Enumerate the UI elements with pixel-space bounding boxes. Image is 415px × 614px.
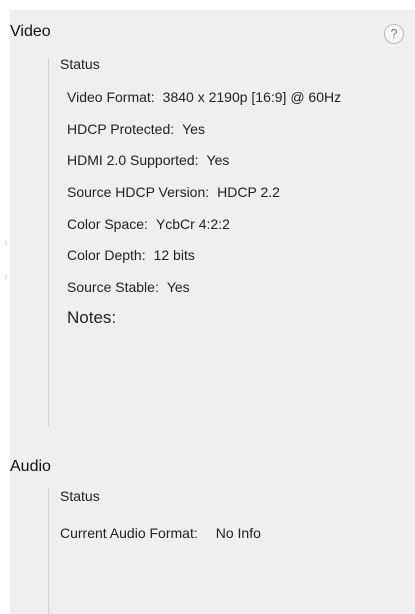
source-stable-row: Source Stable: Yes	[67, 279, 190, 295]
source-stable-label: Source Stable:	[67, 279, 159, 295]
source-stable-value: Yes	[166, 279, 190, 295]
hdcp-protected-label: HDCP Protected:	[67, 121, 175, 137]
video-format-value: 3840 x 2190p [16:9] @ 60Hz	[162, 89, 342, 105]
help-icon[interactable]: ?	[384, 24, 404, 44]
current-audio-format-label: Current Audio Format:	[60, 525, 198, 541]
color-space-label: Color Space:	[67, 216, 148, 232]
hdmi-20-supported-label: HDMI 2.0 Supported:	[67, 152, 199, 168]
current-audio-format-row: Current Audio Format: No Info	[60, 525, 261, 541]
current-audio-format-value: No Info	[215, 525, 261, 541]
source-hdcp-version-row: Source HDCP Version: HDCP 2.2	[67, 184, 280, 200]
audio-section-rail	[48, 488, 49, 614]
status-panel: Video ? Status Video Format: 3840 x 2190p…	[10, 10, 415, 614]
hdcp-protected-value: Yes	[182, 121, 205, 137]
color-depth-label: Color Depth:	[67, 247, 146, 263]
source-hdcp-version-value: HDCP 2.2	[217, 184, 280, 200]
video-status-heading: Status	[60, 56, 100, 72]
hdmi-20-supported-value: Yes	[206, 152, 230, 168]
video-section-title: Video	[10, 23, 51, 40]
notes-label: Notes:	[67, 308, 117, 327]
audio-status-heading: Status	[60, 488, 100, 504]
left-edge-mark	[5, 240, 7, 246]
hdmi-20-supported-row: HDMI 2.0 Supported: Yes	[67, 152, 229, 168]
video-section-rail	[48, 58, 49, 426]
video-format-row: Video Format: 3840 x 2190p [16:9] @ 60Hz	[67, 89, 341, 105]
hdcp-protected-row: HDCP Protected: Yes	[67, 121, 205, 137]
color-space-row: Color Space: YcbCr 4:2:2	[67, 216, 230, 232]
video-format-label: Video Format:	[67, 89, 155, 105]
left-edge-mark	[5, 274, 7, 280]
source-hdcp-version-label: Source HDCP Version:	[67, 184, 210, 200]
color-depth-row: Color Depth: 12 bits	[67, 247, 195, 263]
color-space-value: YcbCr 4:2:2	[155, 216, 230, 232]
audio-section-title: Audio	[10, 458, 51, 475]
color-depth-value: 12 bits	[153, 247, 195, 263]
